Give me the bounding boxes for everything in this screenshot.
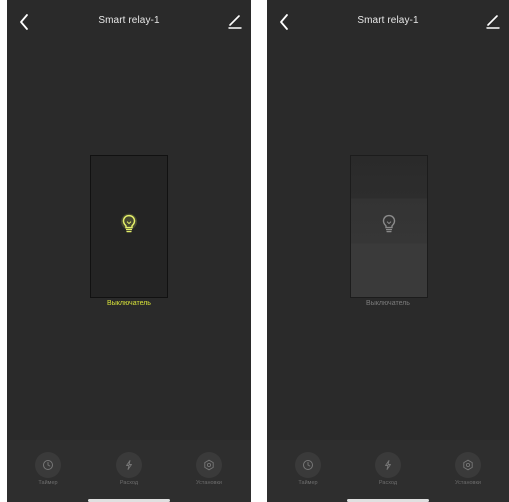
- screens-container: Smart relay-1 Выключатель Таймер Расход …: [0, 0, 509, 502]
- edit-button[interactable]: [227, 12, 243, 30]
- tab-consumption-label: Расход: [378, 480, 398, 486]
- edit-button[interactable]: [485, 12, 501, 30]
- pencil-icon: [486, 15, 500, 29]
- tab-settings-label: Установки: [455, 480, 481, 486]
- phone-screen-on: Smart relay-1 Выключатель Таймер Расход …: [7, 0, 251, 502]
- tab-consumption[interactable]: Расход: [358, 452, 418, 486]
- tab-settings[interactable]: Установки: [438, 452, 498, 486]
- clock-icon: [295, 452, 321, 478]
- tab-consumption[interactable]: Расход: [99, 452, 159, 486]
- pencil-icon: [228, 15, 242, 29]
- switch-toggle[interactable]: [350, 155, 428, 298]
- lightning-icon: [375, 452, 401, 478]
- switch-label: Выключатель: [107, 300, 151, 307]
- lightbulb-icon: [121, 213, 137, 232]
- tab-bar: Таймер Расход Установки: [7, 440, 251, 502]
- header: Smart relay-1: [267, 0, 509, 44]
- tab-consumption-label: Расход: [119, 480, 139, 486]
- lightning-icon: [116, 452, 142, 478]
- clock-icon: [35, 452, 61, 478]
- tab-settings[interactable]: Установки: [179, 452, 239, 486]
- tab-timer-label: Таймер: [38, 480, 58, 486]
- header: Smart relay-1: [7, 0, 251, 44]
- page-title: Smart relay-1: [98, 15, 160, 26]
- tab-timer-label: Таймер: [298, 480, 318, 486]
- settings-icon: [455, 452, 481, 478]
- tab-timer[interactable]: Таймер: [18, 452, 78, 486]
- tab-bar: Таймер Расход Установки: [267, 440, 509, 502]
- settings-icon: [196, 452, 222, 478]
- lightbulb-icon: [382, 214, 396, 232]
- tab-timer[interactable]: Таймер: [278, 452, 338, 486]
- switch-label: Выключатель: [366, 300, 410, 307]
- page-title: Smart relay-1: [357, 15, 419, 26]
- tab-settings-label: Установки: [196, 480, 222, 486]
- switch-toggle[interactable]: [90, 155, 168, 298]
- phone-screen-off: Smart relay-1 Выключатель Таймер Расход …: [267, 0, 509, 502]
